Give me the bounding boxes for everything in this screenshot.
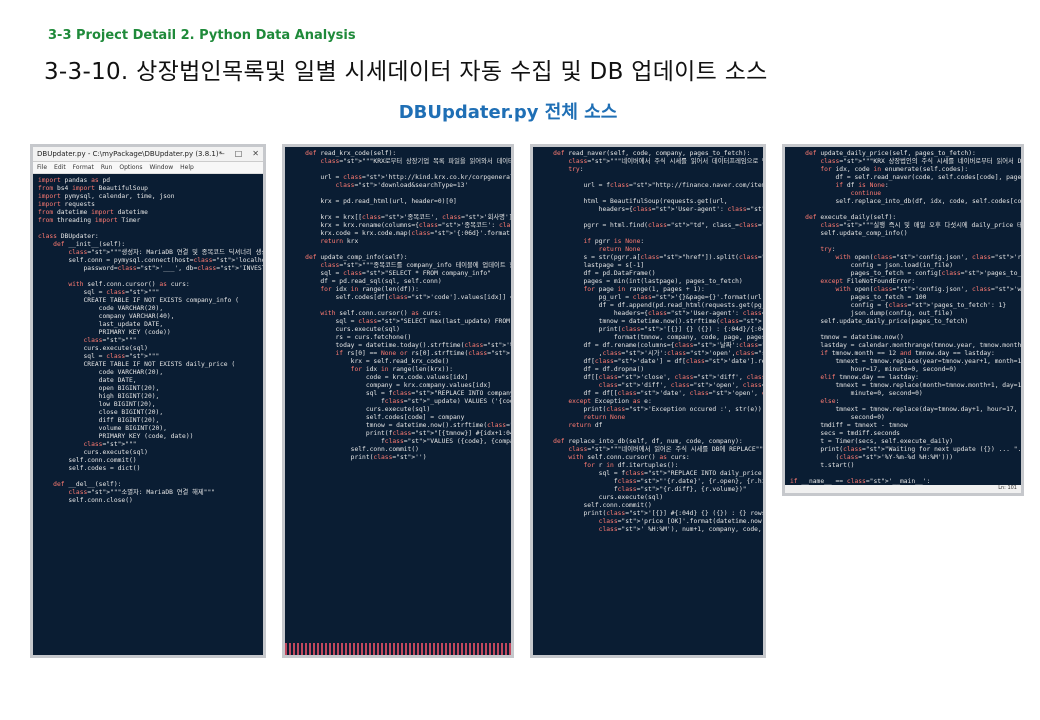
page-title: 3-3-10. 상장법인목록및 일별 시세데이터 자동 수집 및 DB 업데이트… [44, 59, 768, 85]
close-icon[interactable]: ✕ [252, 149, 259, 158]
section-label: 3-3 Project Detail 2. Python Data Analys… [48, 28, 356, 43]
menu-file[interactable]: File [37, 164, 47, 171]
menu-run[interactable]: Run [101, 164, 113, 171]
minimize-icon[interactable]: – [221, 149, 225, 158]
subtitle: DBUpdater.py 전체 소스 [398, 102, 618, 123]
decorative-strip [285, 643, 511, 655]
code-block[interactable]: def read_naver(self, code, company, page… [533, 147, 763, 537]
maximize-icon[interactable]: □ [235, 149, 243, 158]
code-block[interactable]: def update_daily_price(self, pages_to_fe… [785, 147, 1021, 493]
code-panel-3: def read_naver(self, code, company, page… [530, 144, 766, 658]
code-block[interactable]: def read_krx_code(self): class="st">"""K… [285, 147, 511, 465]
menu-edit[interactable]: Edit [54, 164, 66, 171]
menu-options[interactable]: Options [119, 164, 142, 171]
menu-help[interactable]: Help [180, 164, 194, 171]
code-panel-4: def update_daily_price(self, pages_to_fe… [782, 144, 1024, 496]
code-panel-2: def read_krx_code(self): class="st">"""K… [282, 144, 514, 658]
code-block[interactable]: import pandas as pd from bs4 import Beau… [33, 174, 263, 508]
code-panel-1: DBUpdater.py - C:\myPackage\DBUpdater.py… [30, 144, 266, 658]
menu-bar: File Edit Format Run Options Window Help [33, 162, 263, 174]
menu-format[interactable]: Format [73, 164, 94, 171]
menu-window[interactable]: Window [150, 164, 174, 171]
window-title: DBUpdater.py - C:\myPackage\DBUpdater.py… [37, 150, 223, 158]
window-titlebar: DBUpdater.py - C:\myPackage\DBUpdater.py… [33, 147, 263, 162]
status-bar: Ln: 101 [785, 485, 1021, 493]
